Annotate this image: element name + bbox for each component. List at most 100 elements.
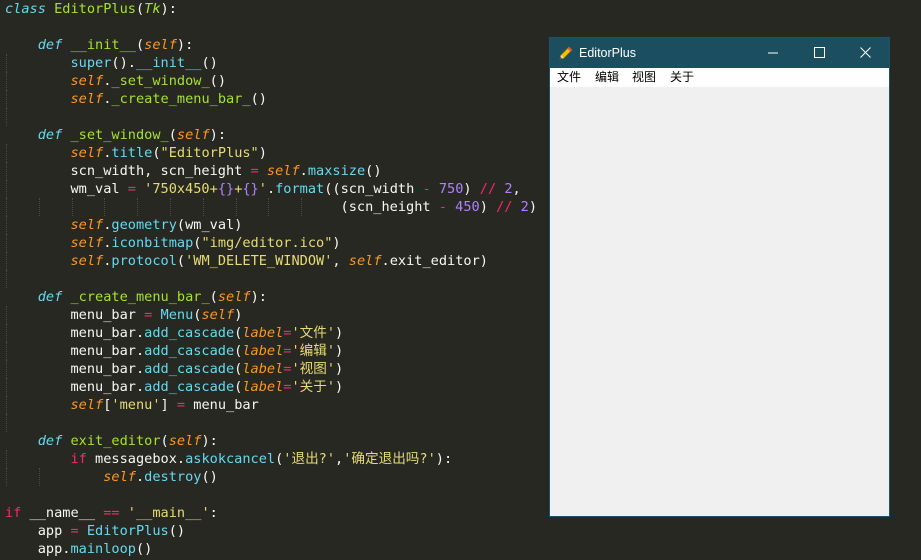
maximize-button[interactable] <box>797 38 843 68</box>
code-token: _create_menu_bar_ <box>70 289 210 305</box>
code-token: (scn_height <box>5 199 439 215</box>
code-token: __name__ <box>21 505 104 521</box>
minimize-button[interactable] <box>751 38 797 68</box>
code-token: ): <box>201 433 218 449</box>
code-token: if <box>5 505 22 521</box>
code-token: 'menu' <box>111 397 161 413</box>
code-line: super().__init__() <box>5 54 218 72</box>
code-line: wm_val = '750x450+{}+{}'.format((scn_wid… <box>5 180 520 198</box>
code-token: .exit_editor) <box>381 253 488 269</box>
window-titlebar[interactable]: EditorPlus <box>550 38 889 68</box>
indent-guide <box>6 108 7 126</box>
indent-guide <box>6 414 7 432</box>
code-token: geometry <box>111 217 177 233</box>
code-line: app = EditorPlus() <box>5 522 185 540</box>
code-token: Tk <box>144 1 161 17</box>
code-token: () <box>365 163 382 179</box>
code-line: menu_bar.add_cascade(label='视图') <box>5 360 343 378</box>
code-token: ) <box>528 199 538 215</box>
code-line: menu_bar.add_cascade(label='编辑') <box>5 342 343 360</box>
code-token: class <box>5 1 46 17</box>
code-token: "img/editor.ico" <box>201 235 333 251</box>
code-token: self <box>144 37 177 53</box>
code-token: () <box>250 91 267 107</box>
code-token: title <box>111 145 153 161</box>
code-token: ] <box>160 397 177 413</box>
code-token: wm_val <box>5 181 128 197</box>
code-line: class EditorPlus(Tk): <box>5 0 177 18</box>
code-token: add_cascade <box>144 325 235 341</box>
menu-edit[interactable]: 编辑 <box>595 68 619 87</box>
code-token: (wm_val) <box>176 217 243 233</box>
code-token: '750x450+ <box>144 181 218 197</box>
code-line: def exit_editor(self): <box>5 432 218 450</box>
code-token: 450 <box>455 199 480 215</box>
editorplus-window[interactable]: EditorPlus 文件 编辑 视图 关于 <box>549 37 890 517</box>
code-token: askokcancel <box>185 451 276 467</box>
code-token: , <box>332 253 349 269</box>
window-client-area[interactable] <box>550 87 889 516</box>
code-token: ( <box>168 127 177 143</box>
code-token: () <box>201 55 218 71</box>
code-token: menu_bar. <box>5 361 145 377</box>
code-token: ): <box>250 289 267 305</box>
code-line: self.title("EditorPlus") <box>5 144 266 162</box>
close-icon <box>860 47 871 58</box>
code-token: self <box>70 73 104 89</box>
menu-view[interactable]: 视图 <box>632 68 656 87</box>
code-token: ): <box>160 1 177 17</box>
code-line: self._set_window_() <box>5 72 226 90</box>
code-token: = <box>127 181 136 197</box>
code-token: ( <box>176 253 186 269</box>
code-token: '关于' <box>291 379 336 395</box>
code-token: ) <box>335 343 344 359</box>
code-token: menu_bar. <box>5 343 145 359</box>
code-token: ( <box>135 37 145 53</box>
code-token: iconbitmap <box>111 235 194 251</box>
code-line: def __init__(self): <box>5 36 194 54</box>
code-token: format <box>275 181 325 197</box>
code-token: menu_bar. <box>5 325 145 341</box>
code-line: if __name__ == '__main__': <box>5 504 218 522</box>
code-token: menu_bar <box>5 307 145 323</box>
code-line: def _set_window_(self): <box>5 126 226 144</box>
code-token: exit_editor <box>70 433 161 449</box>
code-token: _set_window_ <box>111 73 210 89</box>
code-line: self.protocol('WM_DELETE_WINDOW', self.e… <box>5 252 488 270</box>
code-token: () <box>201 469 218 485</box>
maximize-icon <box>814 47 825 58</box>
code-token: , <box>335 451 344 467</box>
code-token: super <box>70 55 112 71</box>
code-token: 2 <box>520 199 529 215</box>
code-token: {} <box>217 181 235 197</box>
code-token: destroy <box>144 469 202 485</box>
code-token: menu_bar <box>185 397 259 413</box>
menu-about[interactable]: 关于 <box>670 68 694 87</box>
code-token: ( <box>135 1 145 17</box>
code-token: == <box>103 505 120 521</box>
code-token: self <box>70 235 104 251</box>
code-token: ((scn_width <box>324 181 423 197</box>
code-token: _create_menu_bar_ <box>111 91 251 107</box>
code-token: . <box>135 469 145 485</box>
code-token: '确定退出吗?' <box>343 451 436 467</box>
code-token: ) <box>332 235 341 251</box>
code-token: // <box>496 199 513 215</box>
code-token: menu_bar. <box>5 379 145 395</box>
code-line: menu_bar = Menu(self) <box>5 306 242 324</box>
code-token: = <box>250 163 259 179</box>
window-title: EditorPlus <box>579 46 636 60</box>
menu-file[interactable]: 文件 <box>557 68 581 87</box>
close-button[interactable] <box>843 38 889 68</box>
code-token: '__main__' <box>127 505 210 521</box>
